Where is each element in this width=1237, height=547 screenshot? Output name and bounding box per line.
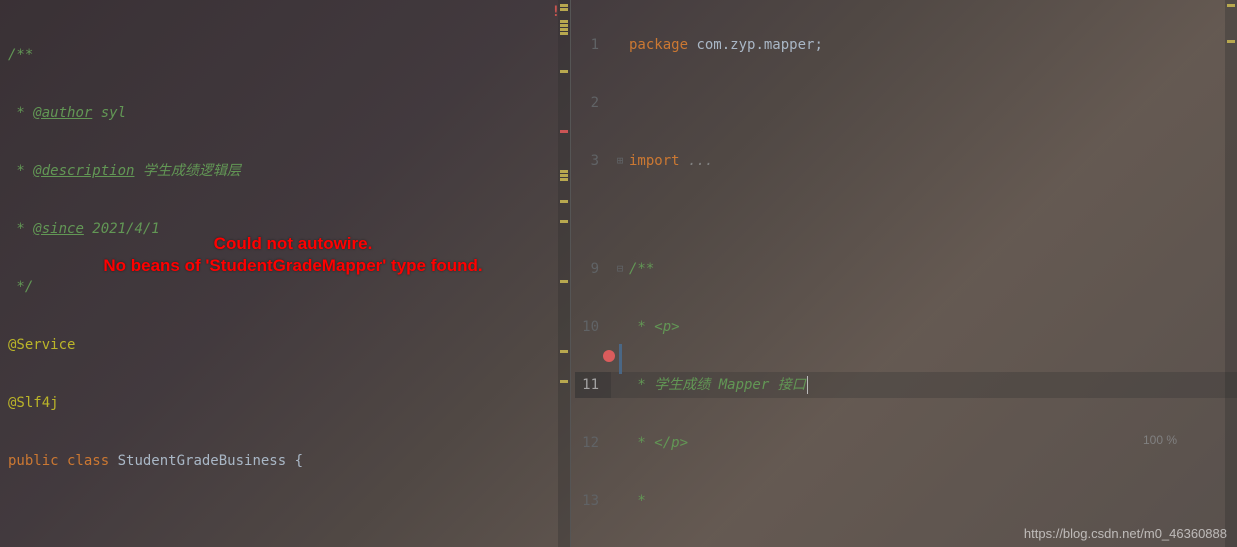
collapsed-imports[interactable]: ... — [688, 153, 713, 169]
error-gutter-icon[interactable]: ! — [552, 4, 560, 20]
right-minimap[interactable] — [1225, 0, 1237, 547]
comment-start: /** — [8, 42, 570, 68]
watermark: https://blog.csdn.net/m0_46360888 — [1024, 526, 1227, 541]
left-editor-pane[interactable]: ! Could not autowire. No beans of 'Stude… — [0, 0, 570, 547]
comment-end: */ — [8, 274, 570, 300]
breakpoint-icon[interactable] — [603, 350, 615, 362]
right-code-area[interactable]: 1package com.zyp.mapper; 2 3⊞import ... … — [571, 0, 1237, 547]
line-number: 13 — [575, 488, 611, 514]
class-declaration: StudentGradeBusiness { — [118, 453, 303, 469]
line-number: 3 — [575, 148, 611, 174]
line-number: 11 — [575, 372, 611, 398]
line-number: 1 — [575, 32, 611, 58]
zoom-level[interactable]: 100 % — [1143, 433, 1177, 447]
slf4j-annotation: @Slf4j — [8, 390, 570, 416]
author-tag: @author — [33, 105, 92, 121]
line-number: 2 — [575, 90, 611, 116]
fold-icon[interactable]: ⊟ — [611, 256, 629, 282]
package-statement: com.zyp.mapper; — [696, 37, 822, 53]
error-tooltip: Could not autowire. No beans of 'Student… — [48, 233, 538, 277]
description-tag: @description — [33, 163, 134, 179]
text-cursor — [807, 376, 808, 394]
split-editor: ! Could not autowire. No beans of 'Stude… — [0, 0, 1237, 547]
fold-icon[interactable]: ⊞ — [611, 148, 629, 174]
right-editor-pane[interactable]: 1package com.zyp.mapper; 2 3⊞import ... … — [571, 0, 1237, 547]
service-annotation: @Service — [8, 332, 570, 358]
class-description: * 学生成绩 Mapper 接口 — [629, 377, 806, 393]
line-number: 10 — [575, 314, 611, 340]
line-number: 12 — [575, 430, 611, 456]
left-minimap[interactable] — [558, 0, 570, 547]
line-number: 9 — [575, 256, 611, 282]
